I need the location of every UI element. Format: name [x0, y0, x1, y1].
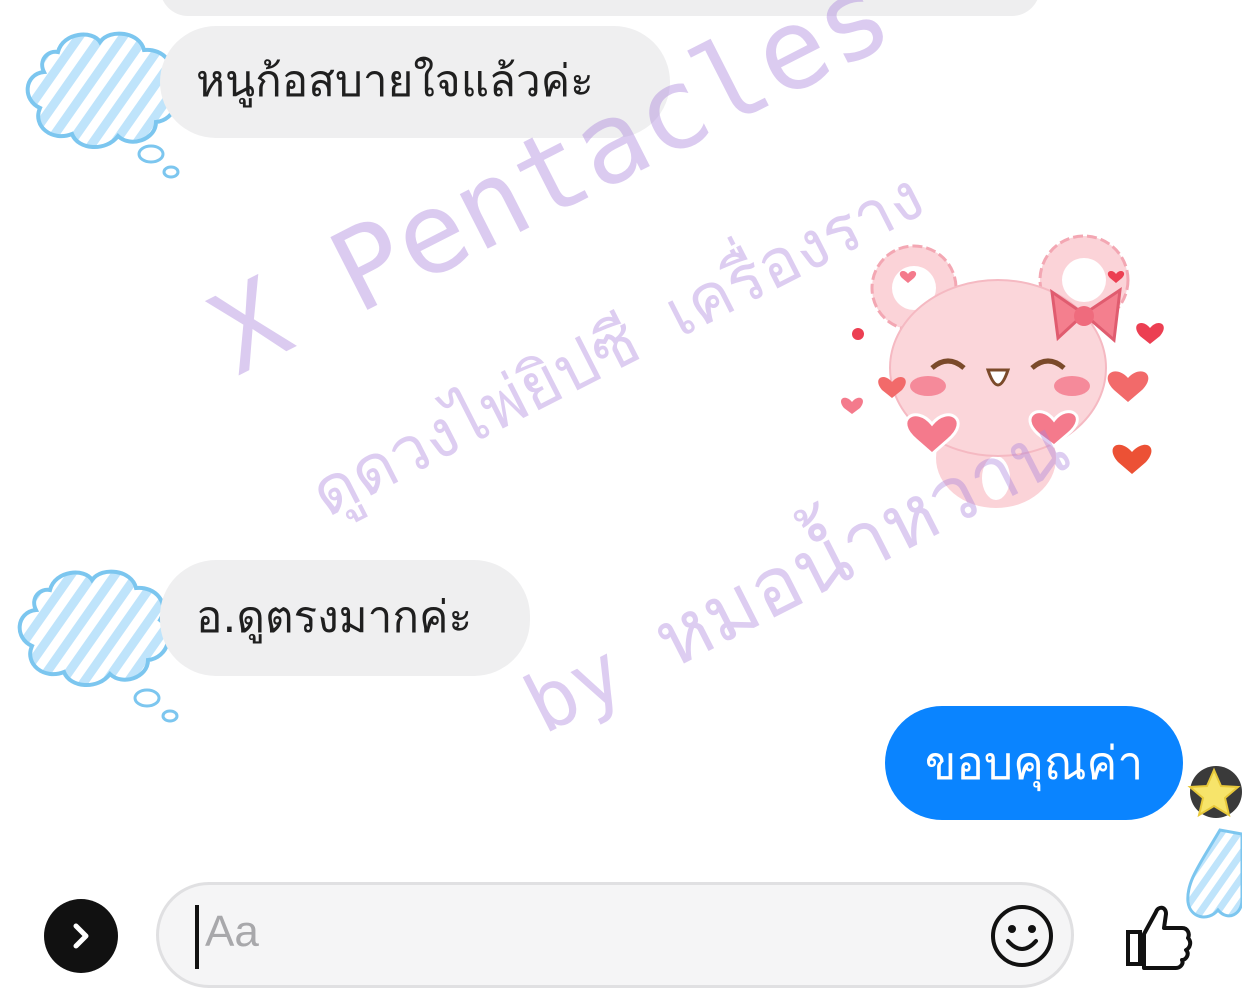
thumbs-up-icon[interactable]	[1120, 898, 1194, 972]
outgoing-message-bubble[interactable]: ขอบคุณค่า	[885, 706, 1183, 820]
message-input-placeholder: Aa	[205, 907, 259, 956]
chat-screen: หนูก้อสบายใจแล้วค่ะ อ.ดูตรงมากค่ะ ขอบคุณ…	[0, 0, 1242, 1001]
expand-actions-button[interactable]	[44, 899, 118, 973]
contact-avatar[interactable]	[18, 22, 188, 182]
message-input[interactable]: Aa	[156, 882, 1074, 988]
incoming-message-bubble[interactable]: อ.ดูตรงมากค่ะ	[160, 560, 530, 676]
message-text: หนูก้อสบายใจแล้วค่ะ	[196, 56, 594, 107]
text-caret	[195, 905, 199, 969]
chevron-right-icon	[73, 923, 89, 949]
previous-message-bubble[interactable]	[160, 0, 1040, 16]
incoming-message-bubble[interactable]: หนูก้อสบายใจแล้วค่ะ	[160, 26, 670, 138]
contact-avatar[interactable]	[10, 560, 180, 725]
smiley-icon[interactable]	[989, 903, 1055, 969]
message-text: ขอบคุณค่า	[924, 735, 1144, 790]
pink-bear-sticker[interactable]	[832, 228, 1202, 518]
message-text: อ.ดูตรงมากค่ะ	[196, 592, 473, 643]
